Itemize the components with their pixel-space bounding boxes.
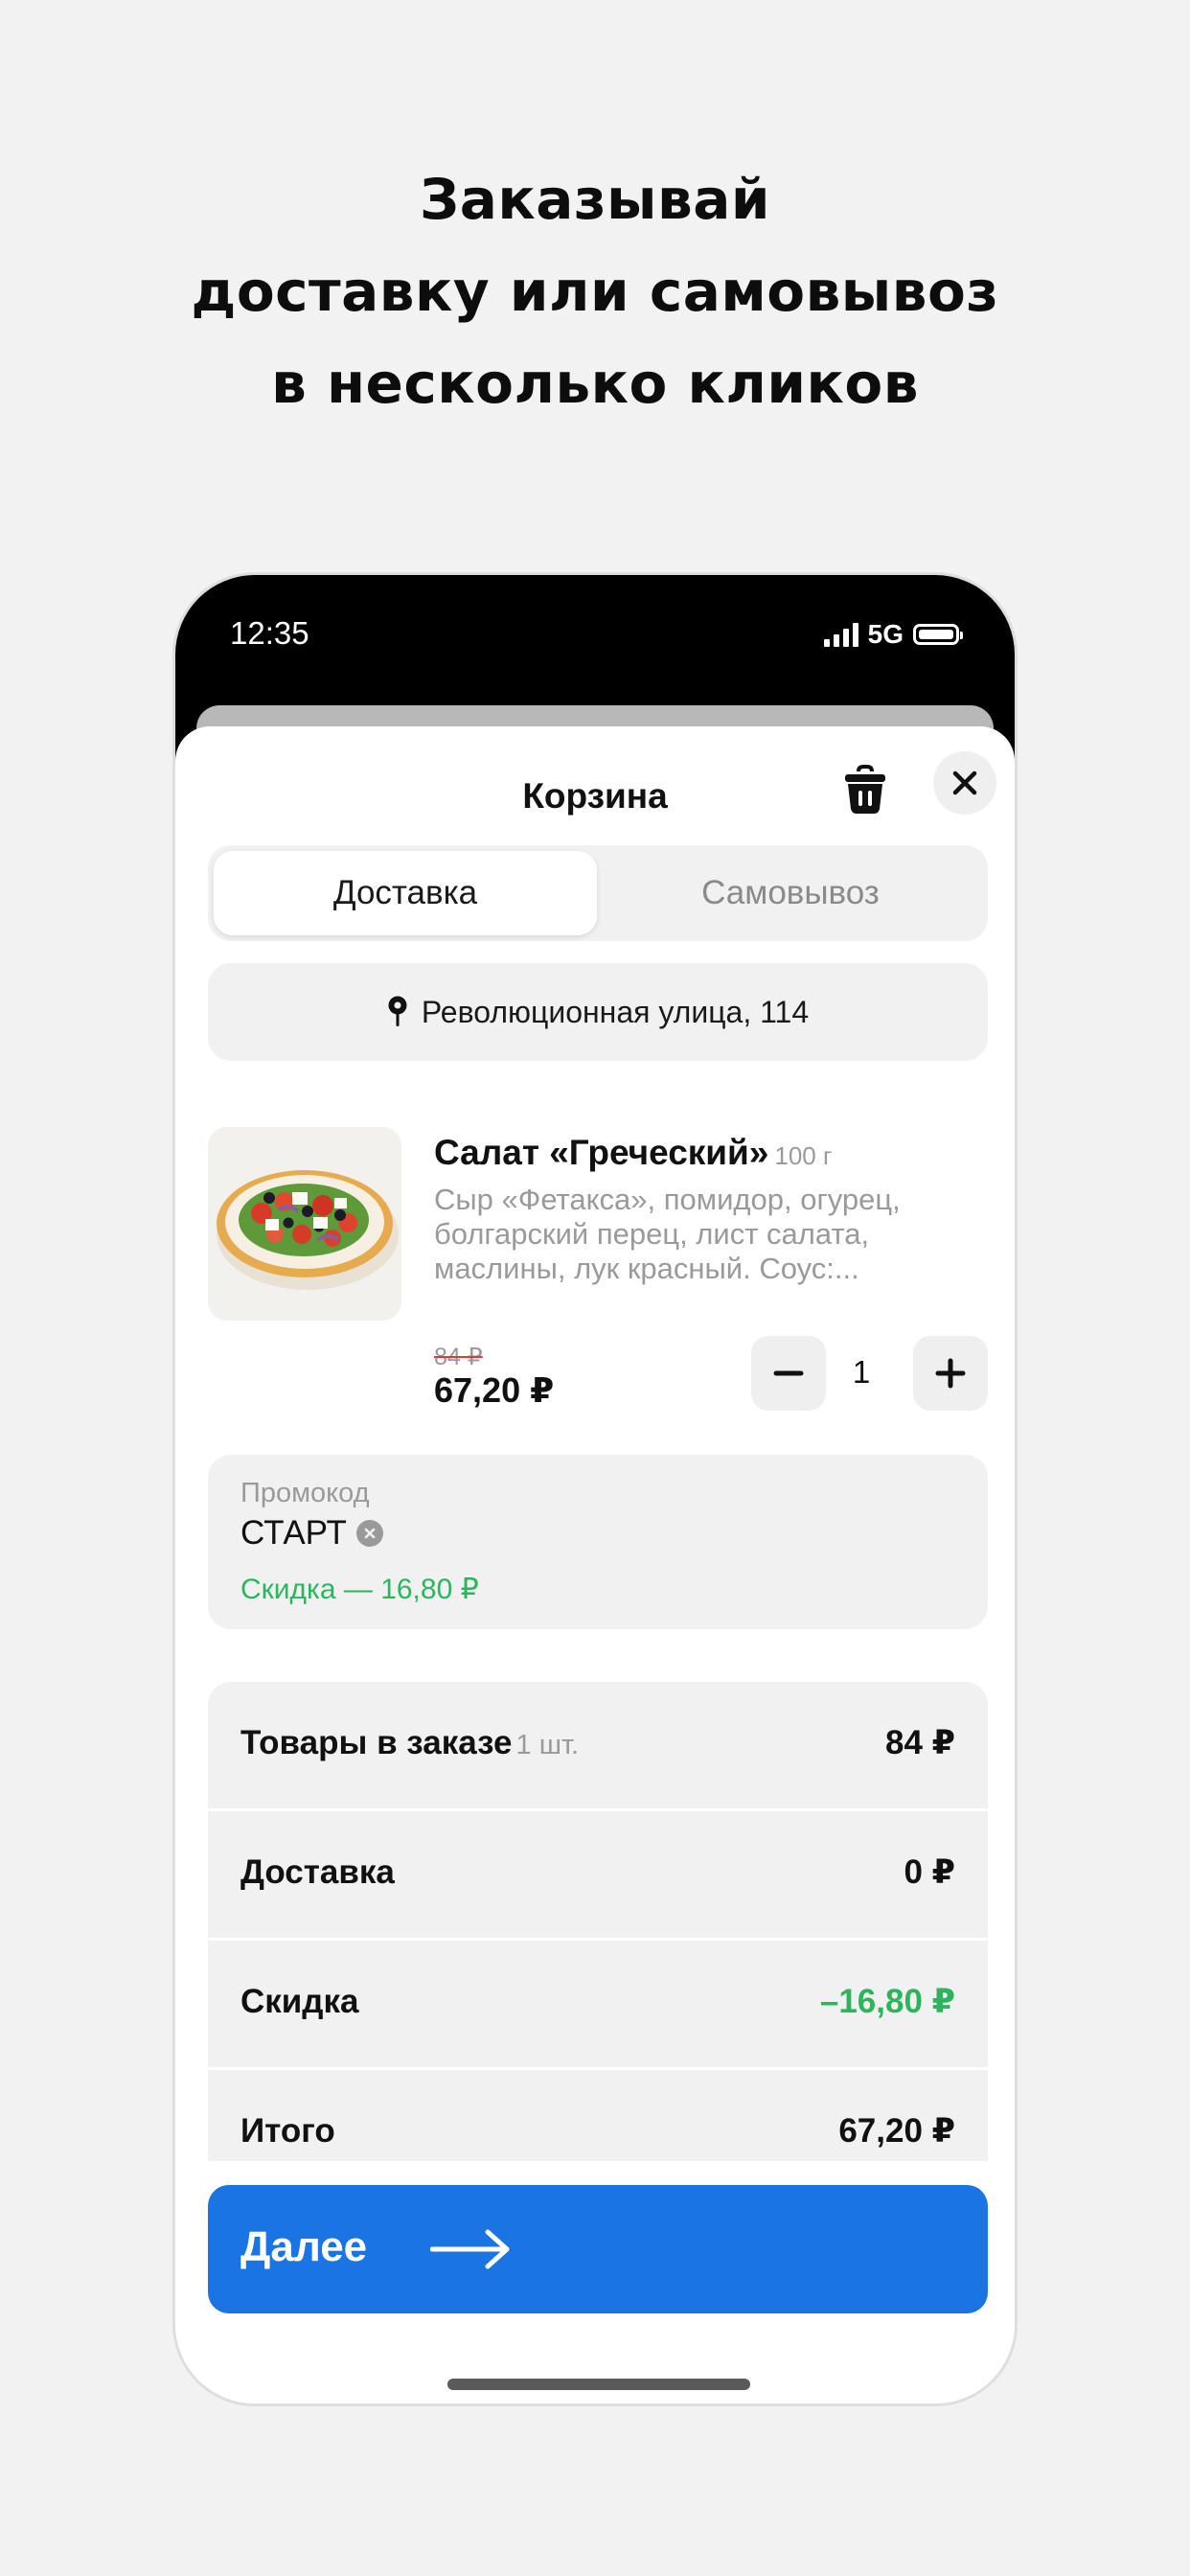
- tab-delivery[interactable]: Доставка: [214, 851, 597, 935]
- location-pin-icon: [388, 996, 407, 1026]
- summary-items-label: Товары в заказе: [240, 1724, 513, 1761]
- headline-line-3: в несколько кликов: [271, 351, 919, 416]
- product-title: Салат «Греческий» 100 г: [434, 1133, 832, 1173]
- status-time: 12:35: [230, 615, 309, 651]
- phone-frame: 12:35 5G Корзина Доставка Самовывоз Рево…: [172, 572, 1018, 2406]
- status-icons: 5G: [823, 619, 963, 650]
- old-price: 84 ₽: [434, 1344, 483, 1370]
- promo-headline: Заказывай доставку или самовывоз в неско…: [0, 153, 1190, 429]
- home-indicator: [447, 2379, 750, 2390]
- address-text: Революционная улица, 114: [421, 994, 810, 1029]
- network-type: 5G: [867, 619, 904, 649]
- summary-total-value: 67,20 ₽: [838, 2112, 955, 2150]
- summary-row-discount: Скидка –16,80 ₽: [208, 1941, 988, 2067]
- summary-items-value: 84 ₽: [884, 1724, 955, 1761]
- headline-line-1: Заказывай: [420, 167, 770, 232]
- promo-label: Промокод: [240, 1478, 370, 1508]
- summary-delivery-value: 0 ₽: [904, 1853, 955, 1891]
- close-button[interactable]: [933, 751, 996, 815]
- summary-discount-label: Скидка: [240, 1983, 359, 2020]
- cart-title: Корзина: [522, 776, 668, 816]
- arrow-right-icon: [430, 2229, 510, 2269]
- next-button[interactable]: Далее: [208, 2185, 988, 2313]
- clear-promo-icon[interactable]: [355, 1520, 383, 1547]
- summary-row-items: Товары в заказе 1 шт. 84 ₽: [208, 1682, 988, 1808]
- minus-icon: [773, 1370, 804, 1376]
- headline-line-2: доставку или самовывоз: [191, 259, 999, 324]
- summary-row-delivery: Доставка 0 ₽: [208, 1811, 988, 1938]
- summary-items-count: 1 шт.: [515, 1730, 580, 1760]
- increase-quantity-button[interactable]: [913, 1336, 988, 1411]
- promo-code-value: СТАРТ: [240, 1514, 383, 1552]
- promo-discount: Скидка — 16,80 ₽: [240, 1574, 479, 1605]
- order-summary: Товары в заказе 1 шт. 84 ₽ Доставка 0 ₽ С…: [208, 1682, 988, 2219]
- product-description: Сыр «Фетакса», помидор, огурец, болгарск…: [434, 1183, 901, 1285]
- summary-total-label: Итого: [240, 2112, 335, 2150]
- quantity-value: 1: [852, 1354, 871, 1390]
- trash-icon[interactable]: [842, 763, 888, 816]
- next-button-label: Далее: [240, 2223, 368, 2270]
- delivery-mode-switch: Доставка Самовывоз: [208, 845, 988, 941]
- current-price: 67,20 ₽: [434, 1370, 555, 1410]
- battery-icon: [913, 624, 963, 645]
- tab-pickup[interactable]: Самовывоз: [599, 851, 982, 935]
- cart-sheet: Корзина Доставка Самовывоз Революционная…: [175, 726, 1015, 2404]
- product-name: Салат «Греческий»: [434, 1133, 769, 1172]
- signal-icon: [823, 622, 858, 647]
- summary-delivery-label: Доставка: [240, 1853, 395, 1891]
- product-weight: 100 г: [774, 1141, 833, 1170]
- promo-code-panel[interactable]: Промокод СТАРТ Скидка — 16,80 ₽: [208, 1455, 988, 1629]
- product-image: [208, 1127, 401, 1321]
- summary-discount-value: –16,80 ₽: [819, 1983, 955, 2020]
- promo-code-text: СТАРТ: [240, 1514, 347, 1552]
- close-icon: [952, 770, 977, 795]
- decrease-quantity-button[interactable]: [751, 1336, 826, 1411]
- plus-icon: [935, 1358, 966, 1389]
- address-selector[interactable]: Революционная улица, 114: [208, 963, 988, 1061]
